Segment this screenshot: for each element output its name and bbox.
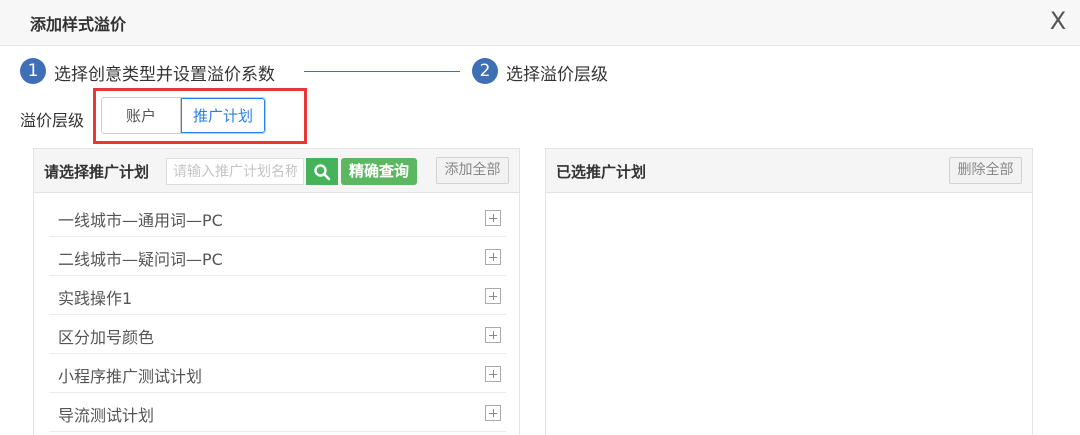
search-input[interactable] <box>166 158 304 185</box>
panel-header: 已选推广计划 删除全部 <box>546 149 1032 193</box>
step-1-number: 1 <box>20 58 46 84</box>
panel-header: 请选择推广计划 精确查询 添加全部 <box>34 149 519 193</box>
list-item-label: 小程序推广测试计划 <box>58 367 203 386</box>
plus-icon[interactable] <box>485 327 501 343</box>
list-item[interactable]: 实践操作1 <box>49 276 506 315</box>
panel-title: 已选推广计划 <box>556 163 647 181</box>
list-item-label: 区分加号颜色 <box>58 328 155 347</box>
step-2-number: 2 <box>472 58 498 84</box>
step-connector-line <box>304 71 460 72</box>
list-item[interactable]: 区分加号颜色 <box>49 315 506 354</box>
plus-icon[interactable] <box>485 366 501 382</box>
premium-level-label: 溢价层级 <box>20 111 85 130</box>
search-button[interactable] <box>306 158 338 185</box>
highlight-box <box>93 88 307 144</box>
search-icon <box>314 163 331 180</box>
close-icon[interactable]: X <box>1044 4 1072 38</box>
plus-icon[interactable] <box>485 210 501 226</box>
dialog-title: 添加样式溢价 <box>30 15 127 34</box>
plus-icon[interactable] <box>485 288 501 304</box>
campaign-list: 一线城市—通用词—PC 二线城市—疑问词—PC 实践操作1 区分加号颜色 小程序… <box>49 198 506 432</box>
step-2-label: 选择溢价层级 <box>506 65 608 85</box>
list-item-label: 一线城市—通用词—PC <box>58 211 223 230</box>
panel-title: 请选择推广计划 <box>44 163 150 181</box>
dialog-header: 添加样式溢价 X <box>0 0 1080 46</box>
plus-icon[interactable] <box>485 405 501 421</box>
add-all-button[interactable]: 添加全部 <box>436 157 509 184</box>
exact-query-button[interactable]: 精确查询 <box>341 158 417 185</box>
list-item[interactable]: 二线城市—疑问词—PC <box>49 237 506 276</box>
list-item[interactable]: 小程序推广测试计划 <box>49 354 506 393</box>
list-item-label: 二线城市—疑问词—PC <box>58 250 223 269</box>
list-item-label: 导流测试计划 <box>58 406 155 425</box>
list-item-label: 实践操作1 <box>58 289 133 308</box>
list-item[interactable]: 一线城市—通用词—PC <box>49 198 506 237</box>
step-1-label: 选择创意类型并设置溢价系数 <box>54 65 275 85</box>
delete-all-button[interactable]: 删除全部 <box>949 157 1022 184</box>
campaign-select-panel: 请选择推广计划 精确查询 添加全部 一线城市—通用词—PC 二线城市—疑问词—P… <box>33 148 520 435</box>
selected-campaign-panel: 已选推广计划 删除全部 <box>545 148 1033 435</box>
list-item[interactable]: 导流测试计划 <box>49 393 506 432</box>
plus-icon[interactable] <box>485 249 501 265</box>
